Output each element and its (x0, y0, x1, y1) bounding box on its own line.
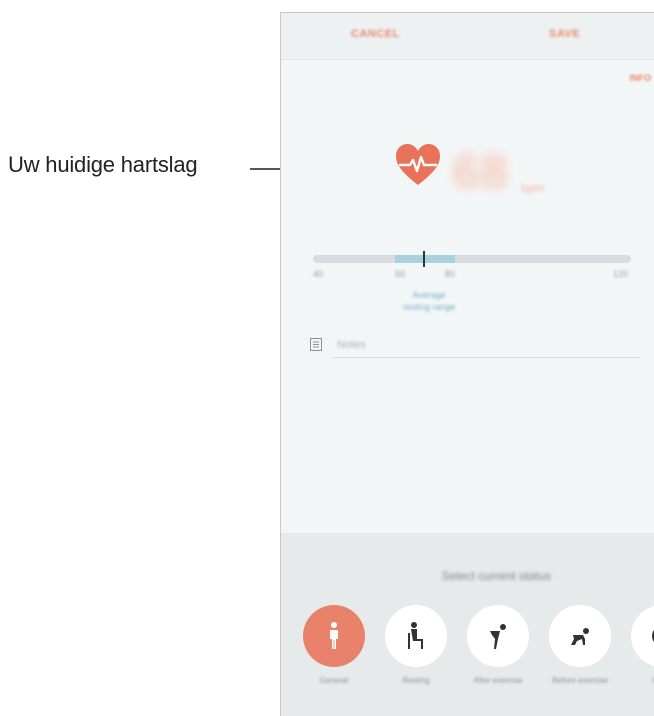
status-label-other: Other (627, 675, 654, 686)
crouching-person-icon (571, 628, 589, 645)
status-label-after-exercise: After exercise (473, 676, 523, 685)
callout-label: Uw huidige hartslag (8, 152, 198, 177)
status-option-other[interactable] (631, 605, 654, 667)
phone-screen: CANCEL SAVE INFO 68 bpm 40 60 80 120 Ave… (280, 12, 654, 716)
status-option-resting[interactable] (385, 605, 447, 667)
heart-rate-range-bar (313, 251, 631, 267)
save-button[interactable]: SAVE (549, 28, 580, 40)
range-low-label: 60 (395, 269, 406, 279)
heart-rate-icon (396, 144, 440, 185)
current-value-marker (423, 251, 425, 267)
bending-person-icon (490, 624, 506, 649)
status-label-before-exercise: Before exercise (552, 676, 608, 685)
range-min-label: 40 (313, 269, 324, 279)
status-panel: Select current status General Resting Af… (281, 533, 654, 716)
normal-range-fill (395, 255, 455, 263)
heart-rate-unit: bpm (521, 181, 545, 195)
heart-rate-value: 68 (453, 146, 509, 199)
notes-icon (310, 338, 322, 351)
standing-person-icon (330, 622, 338, 649)
range-caption: Average resting range (389, 289, 469, 313)
range-high-label: 80 (445, 269, 456, 279)
range-caption-line2: resting range (402, 302, 456, 312)
info-tag[interactable]: INFO (630, 73, 652, 83)
status-label-resting: Resting (402, 676, 430, 685)
range-caption-line1: Average (412, 290, 446, 300)
status-option-before-exercise[interactable] (549, 605, 611, 667)
range-max-label: 120 (613, 269, 629, 279)
status-option-after-exercise[interactable] (467, 605, 529, 667)
top-bar: CANCEL SAVE (281, 13, 654, 60)
notes-field[interactable] (333, 333, 639, 358)
status-option-general[interactable] (303, 605, 365, 667)
status-label-general: General (319, 676, 349, 685)
notes-placeholder: Notes (337, 339, 366, 351)
sitting-person-icon (408, 622, 423, 649)
cancel-button[interactable]: CANCEL (351, 28, 400, 40)
more-icon (652, 630, 654, 642)
status-title: Select current status (441, 569, 551, 583)
